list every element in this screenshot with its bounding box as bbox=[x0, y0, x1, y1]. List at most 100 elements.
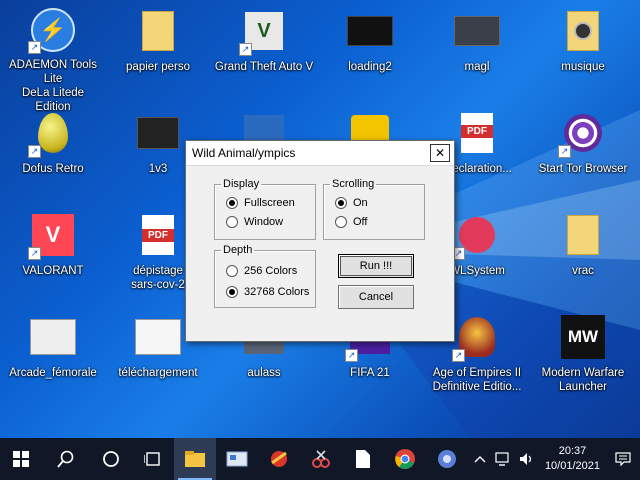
desktop-icon-label: aulass bbox=[247, 367, 281, 379]
radio-selected-icon bbox=[335, 197, 347, 209]
system-tray: 20:37 10/01/2021 bbox=[469, 438, 640, 480]
dialog-titlebar[interactable]: Wild Animal/ympics ✕ bbox=[186, 141, 454, 166]
desktop-icon-label: Arcade_fémorale bbox=[9, 367, 97, 379]
gta-v-icon: V ↗ bbox=[239, 8, 287, 56]
radio-selected-icon bbox=[226, 197, 238, 209]
chevron-up-icon bbox=[474, 456, 486, 463]
desktop-icon-vrac[interactable]: vrac bbox=[533, 204, 633, 294]
start-button[interactable] bbox=[0, 438, 42, 480]
close-button[interactable]: ✕ bbox=[430, 144, 450, 162]
music-folder-icon bbox=[560, 8, 606, 54]
control-panel-icon bbox=[226, 451, 248, 467]
notification-icon bbox=[615, 452, 631, 466]
run-button[interactable]: Run !!! bbox=[338, 254, 414, 278]
desktop-icon-label: vrac bbox=[572, 265, 594, 277]
clock-time: 20:37 bbox=[558, 445, 587, 457]
desktop-icon-label: Modern Warfare Launcher bbox=[541, 367, 625, 393]
folder-icon bbox=[135, 8, 181, 54]
desktop-icon-magl[interactable]: magl bbox=[427, 0, 527, 90]
desktop-icon-label: Age of Empires II Definitive Editio... bbox=[432, 367, 522, 393]
desktop-icon-papier-perso[interactable]: papier perso bbox=[108, 0, 208, 90]
desktop-icon-loading2[interactable]: loading2 bbox=[320, 0, 420, 90]
taskbar-control-panel[interactable] bbox=[216, 438, 258, 480]
display-window-radio[interactable]: Window bbox=[226, 216, 283, 228]
desktop-icon-arcade-femorale[interactable]: Arcade_fémorale bbox=[3, 306, 103, 396]
desktop-icon-dofus-retro[interactable]: ↗ Dofus Retro bbox=[3, 102, 103, 192]
cancel-button[interactable]: Cancel bbox=[338, 285, 414, 309]
image-file-icon bbox=[30, 314, 76, 360]
display-group: Display bbox=[214, 178, 316, 240]
network-button[interactable] bbox=[491, 438, 515, 480]
display-fullscreen-radio[interactable]: Fullscreen bbox=[226, 197, 295, 209]
taskbar-ccleaner[interactable] bbox=[258, 438, 300, 480]
desktop-icon-label: loading2 bbox=[348, 61, 392, 73]
close-icon: ✕ bbox=[434, 146, 446, 160]
display-group-label: Display bbox=[223, 178, 260, 190]
snipping-tool-icon bbox=[312, 450, 330, 468]
desktop-icon-tor-browser[interactable]: ↗ Start Tor Browser bbox=[533, 102, 633, 192]
valorant-icon: V ↗ bbox=[28, 212, 76, 260]
pdf-icon: PDF bbox=[135, 212, 181, 258]
radio-unselected-icon bbox=[226, 265, 238, 277]
desktop-icon-label: papier perso bbox=[126, 61, 190, 73]
clock[interactable]: 20:37 10/01/2021 bbox=[539, 444, 606, 474]
folder-icon bbox=[560, 212, 606, 258]
desktop-icon-daemon-tools[interactable]: ⚡ ↗ ADAEMON Tools Lite DeLa Litede Editi… bbox=[3, 0, 103, 113]
desktop-icon-label: magl bbox=[464, 61, 490, 73]
desktop-icon-valorant[interactable]: V ↗ VALORANT bbox=[3, 204, 103, 294]
scrolling-off-radio[interactable]: Off bbox=[335, 216, 367, 228]
desktop: ⚡ ↗ ADAEMON Tools Lite DeLa Litede Editi… bbox=[0, 0, 640, 438]
video-file-icon bbox=[135, 110, 181, 156]
radio-label: 32768 Colors bbox=[244, 286, 310, 298]
desktop-icon-musique[interactable]: musique bbox=[533, 0, 633, 90]
radio-label: Window bbox=[244, 216, 284, 228]
chrome-icon bbox=[395, 449, 415, 469]
show-hidden-icons-button[interactable] bbox=[469, 438, 491, 480]
scrolling-group-label: Scrolling bbox=[332, 178, 375, 190]
volume-button[interactable] bbox=[515, 438, 539, 480]
taskbar-document[interactable] bbox=[342, 438, 384, 480]
clock-date: 10/01/2021 bbox=[544, 460, 600, 472]
dofus-egg-icon: ↗ bbox=[28, 110, 76, 158]
scrolling-on-radio[interactable]: On bbox=[335, 197, 368, 209]
depth-32768-radio[interactable]: 32768 Colors bbox=[226, 286, 309, 298]
tor-browser-icon: ↗ bbox=[558, 110, 606, 158]
depth-256-radio[interactable]: 256 Colors bbox=[226, 265, 297, 277]
radio-label: Fullscreen bbox=[244, 197, 295, 209]
image-file-icon bbox=[454, 8, 500, 54]
depth-group-label: Depth bbox=[223, 244, 253, 256]
task-view-button[interactable] bbox=[132, 438, 174, 480]
notification-center-button[interactable] bbox=[606, 438, 640, 480]
daemon-tools-icon: ⚡ ↗ bbox=[28, 8, 76, 54]
radio-label: On bbox=[353, 197, 368, 209]
taskbar: 20:37 10/01/2021 bbox=[0, 438, 640, 480]
taskbar-app[interactable] bbox=[426, 438, 468, 480]
taskbar-snipping-tool[interactable] bbox=[300, 438, 342, 480]
cortana-button[interactable] bbox=[90, 438, 132, 480]
taskbar-chrome[interactable] bbox=[384, 438, 426, 480]
desktop-icon-label: Start Tor Browser bbox=[538, 163, 628, 175]
desktop-icon-label: Dofus Retro bbox=[22, 163, 84, 175]
network-icon bbox=[495, 452, 509, 466]
radio-selected-icon bbox=[226, 286, 238, 298]
speaker-icon bbox=[519, 453, 532, 465]
desktop-icon-label: Grand Theft Auto V bbox=[214, 61, 314, 73]
desktop-icon-label: VALORANT bbox=[22, 265, 84, 277]
task-view-icon bbox=[144, 452, 160, 466]
desktop-icon-label: musique bbox=[561, 61, 605, 73]
radio-unselected-icon bbox=[335, 216, 347, 228]
radio-unselected-icon bbox=[226, 216, 238, 228]
image-file-icon bbox=[347, 8, 393, 54]
desktop-icon-gta-v[interactable]: V ↗ Grand Theft Auto V bbox=[214, 0, 314, 90]
desktop-icon-label: téléchargement bbox=[118, 367, 198, 379]
document-icon bbox=[356, 450, 370, 468]
search-button[interactable] bbox=[42, 438, 90, 480]
aoe2-icon: ↗ bbox=[452, 314, 500, 362]
ccleaner-icon bbox=[271, 451, 287, 467]
desktop-icon-modern-warfare[interactable]: MW Modern Warfare Launcher bbox=[533, 306, 633, 396]
taskbar-file-explorer[interactable] bbox=[174, 438, 216, 480]
radio-label: Off bbox=[353, 216, 368, 228]
cortana-circle-icon bbox=[103, 451, 119, 467]
file-explorer-icon bbox=[185, 451, 205, 467]
radio-label: 256 Colors bbox=[244, 265, 298, 277]
